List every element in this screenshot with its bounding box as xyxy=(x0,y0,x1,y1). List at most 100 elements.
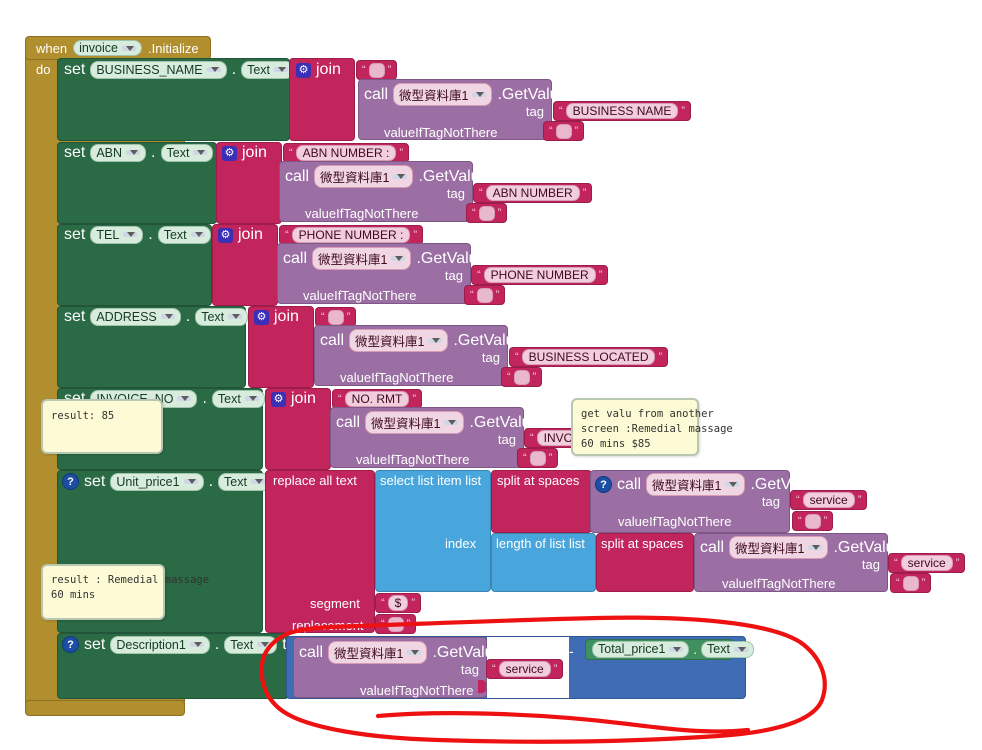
text-literal-default-invoice-no[interactable]: “ ” xyxy=(517,448,559,468)
setter-component-dropdown-description[interactable]: Description1 xyxy=(110,635,210,654)
segment-value[interactable]: $ xyxy=(387,595,409,611)
call-header-address[interactable]: call 微型資料庫1 .GetValue xyxy=(320,329,523,352)
chevron-down-icon[interactable] xyxy=(393,174,408,179)
select-list-item-block[interactable] xyxy=(375,470,491,592)
chevron-down-icon[interactable] xyxy=(193,150,208,155)
chevron-down-icon[interactable] xyxy=(126,150,141,155)
tinydb-component-dropdown[interactable]: 微型資料庫1 xyxy=(365,411,465,434)
empty-string-field[interactable] xyxy=(513,369,530,385)
setter-row-abn[interactable]: set ABN . Text to xyxy=(64,143,232,162)
call-header-unit-price-1[interactable]: ? call 微型資料庫1 .GetValue xyxy=(595,473,820,496)
event-component-dropdown[interactable]: invoice xyxy=(73,39,142,57)
setter-component-dropdown-address[interactable]: ADDRESS xyxy=(90,307,181,326)
comment-bubble-description-result[interactable]: result : Remedial massage 60 mins xyxy=(41,564,209,620)
tag-value[interactable]: PHONE NUMBER xyxy=(483,267,596,283)
getter-block-total-price[interactable]: Total_price1 . Text xyxy=(585,639,754,660)
empty-string-field[interactable] xyxy=(804,513,821,529)
chevron-down-icon[interactable] xyxy=(808,545,823,550)
call-header-description[interactable]: call 微型資料庫1 .GetValue xyxy=(299,641,502,664)
setter-property-dropdown-tel[interactable]: Text xyxy=(157,225,211,244)
tag-value[interactable]: service xyxy=(900,555,953,571)
join-header-address[interactable]: ⚙ join xyxy=(254,308,299,326)
chevron-down-icon[interactable] xyxy=(244,396,259,401)
empty-string-field[interactable] xyxy=(476,287,493,303)
gear-icon[interactable]: ⚙ xyxy=(254,309,269,325)
text-literal-default-unit-price-1[interactable]: “ ” xyxy=(792,511,834,531)
getter-property-dropdown[interactable]: Text xyxy=(701,641,754,658)
tag-value[interactable]: service xyxy=(498,661,551,677)
tinydb-component-dropdown[interactable]: 微型資料庫1 xyxy=(314,165,414,188)
empty-string-field[interactable] xyxy=(478,205,495,221)
comment-bubble-invoice-result[interactable]: result: 85 xyxy=(41,399,163,454)
text-literal-default-unit-price-2[interactable]: “ ” xyxy=(890,573,932,593)
text-literal-segment[interactable]: “ $ ” xyxy=(375,593,422,613)
setter-property-dropdown-abn[interactable]: Text xyxy=(160,143,214,162)
prefix-value[interactable]: NO. RMT xyxy=(344,391,410,407)
setter-row-business-name[interactable]: set BUSINESS_NAME . Text to xyxy=(64,60,312,79)
text-literal-tag-address[interactable]: “ BUSINESS LOCATED ” xyxy=(509,347,669,367)
tag-value[interactable]: BUSINESS NAME xyxy=(565,103,679,119)
tag-value[interactable]: service xyxy=(802,492,855,508)
tinydb-component-dropdown[interactable]: 微型資料庫1 xyxy=(393,83,493,106)
gear-icon[interactable]: ⚙ xyxy=(271,391,286,407)
setter-row-unit-price[interactable]: ? set Unit_price1 . Text to xyxy=(62,472,289,491)
text-literal-tag-abn[interactable]: “ ABN NUMBER ” xyxy=(473,183,593,203)
setter-row-description[interactable]: ? set Description1 . Text to xyxy=(62,635,296,654)
text-literal-tag-unit-price-2[interactable]: “ service ” xyxy=(888,553,966,573)
empty-string-field[interactable] xyxy=(555,123,572,139)
setter-property-dropdown-description[interactable]: Text xyxy=(224,635,278,654)
empty-string-field[interactable] xyxy=(387,616,404,632)
chevron-down-icon[interactable] xyxy=(189,642,204,647)
chevron-down-icon[interactable] xyxy=(725,482,740,487)
chevron-down-icon[interactable] xyxy=(122,45,136,51)
text-literal-tag-tel[interactable]: “ PHONE NUMBER ” xyxy=(471,265,609,285)
text-literal-abn-prefix[interactable]: “ ABN NUMBER : ” xyxy=(283,143,410,163)
prefix-value[interactable]: PHONE NUMBER : xyxy=(291,227,411,243)
prefix-value[interactable]: ABN NUMBER : xyxy=(295,145,397,161)
text-literal-default-business-name[interactable]: “ ” xyxy=(543,121,585,141)
setter-property-dropdown-invoice-no[interactable]: Text xyxy=(211,389,265,408)
chevron-down-icon[interactable] xyxy=(733,647,748,652)
text-literal-address-prefix[interactable]: “ ” xyxy=(315,307,357,327)
text-literal-default-tel[interactable]: “ ” xyxy=(464,285,506,305)
call-header-tel[interactable]: call 微型資料庫1 .GetValue xyxy=(283,247,486,270)
join-header-abn[interactable]: ⚙ join xyxy=(222,144,267,162)
setter-row-address[interactable]: set ADDRESS . Text to xyxy=(64,307,267,326)
text-literal-tag-unit-price-1[interactable]: “ service ” xyxy=(790,490,868,510)
chevron-down-icon[interactable] xyxy=(274,67,289,72)
empty-string-field[interactable] xyxy=(529,450,546,466)
chevron-down-icon[interactable] xyxy=(190,232,205,237)
gear-icon[interactable]: ⚙ xyxy=(296,62,311,78)
help-icon[interactable]: ? xyxy=(62,636,79,653)
chevron-down-icon[interactable] xyxy=(177,396,192,401)
tinydb-component-dropdown[interactable]: 微型資料庫1 xyxy=(349,329,449,352)
call-header-business-name[interactable]: call 微型資料庫1 .GetValue xyxy=(364,83,567,106)
chevron-down-icon[interactable] xyxy=(669,647,684,652)
setter-property-dropdown-business-name[interactable]: Text xyxy=(241,60,295,79)
tag-value[interactable]: ABN NUMBER xyxy=(485,185,580,201)
blocks-canvas[interactable]: when invoice .Initialize do set BUSINESS… xyxy=(0,0,982,750)
setter-property-dropdown-address[interactable]: Text xyxy=(195,307,249,326)
setter-property-dropdown-unit-price[interactable]: Text xyxy=(218,472,271,491)
chevron-down-icon[interactable] xyxy=(444,420,459,425)
chevron-down-icon[interactable] xyxy=(472,92,487,97)
chevron-down-icon[interactable] xyxy=(257,642,272,647)
text-literal-tel-prefix[interactable]: “ PHONE NUMBER : ” xyxy=(279,225,424,245)
empty-string-field[interactable] xyxy=(327,309,344,325)
text-literal-tag-description[interactable]: “ service ” xyxy=(486,659,564,679)
event-block-header[interactable]: when invoice .Initialize xyxy=(25,36,211,60)
text-literal-default-abn[interactable]: “ ” xyxy=(466,203,508,223)
gear-icon[interactable]: ⚙ xyxy=(222,145,237,161)
chevron-down-icon[interactable] xyxy=(250,479,265,484)
call-header-abn[interactable]: call 微型資料庫1 .GetValue xyxy=(285,165,488,188)
empty-string-field[interactable] xyxy=(368,62,385,78)
tinydb-component-dropdown[interactable]: 微型資料庫1 xyxy=(646,473,746,496)
text-literal-default-address[interactable]: “ ” xyxy=(501,367,543,387)
setter-component-dropdown-tel[interactable]: TEL xyxy=(90,225,144,244)
getter-component-dropdown[interactable]: Total_price1 xyxy=(592,641,690,658)
tinydb-component-dropdown[interactable]: 微型資料庫1 xyxy=(312,247,412,270)
chevron-down-icon[interactable] xyxy=(123,232,138,237)
chevron-down-icon[interactable] xyxy=(160,314,175,319)
help-icon[interactable]: ? xyxy=(62,473,79,490)
join-header-tel[interactable]: ⚙ join xyxy=(218,226,263,244)
